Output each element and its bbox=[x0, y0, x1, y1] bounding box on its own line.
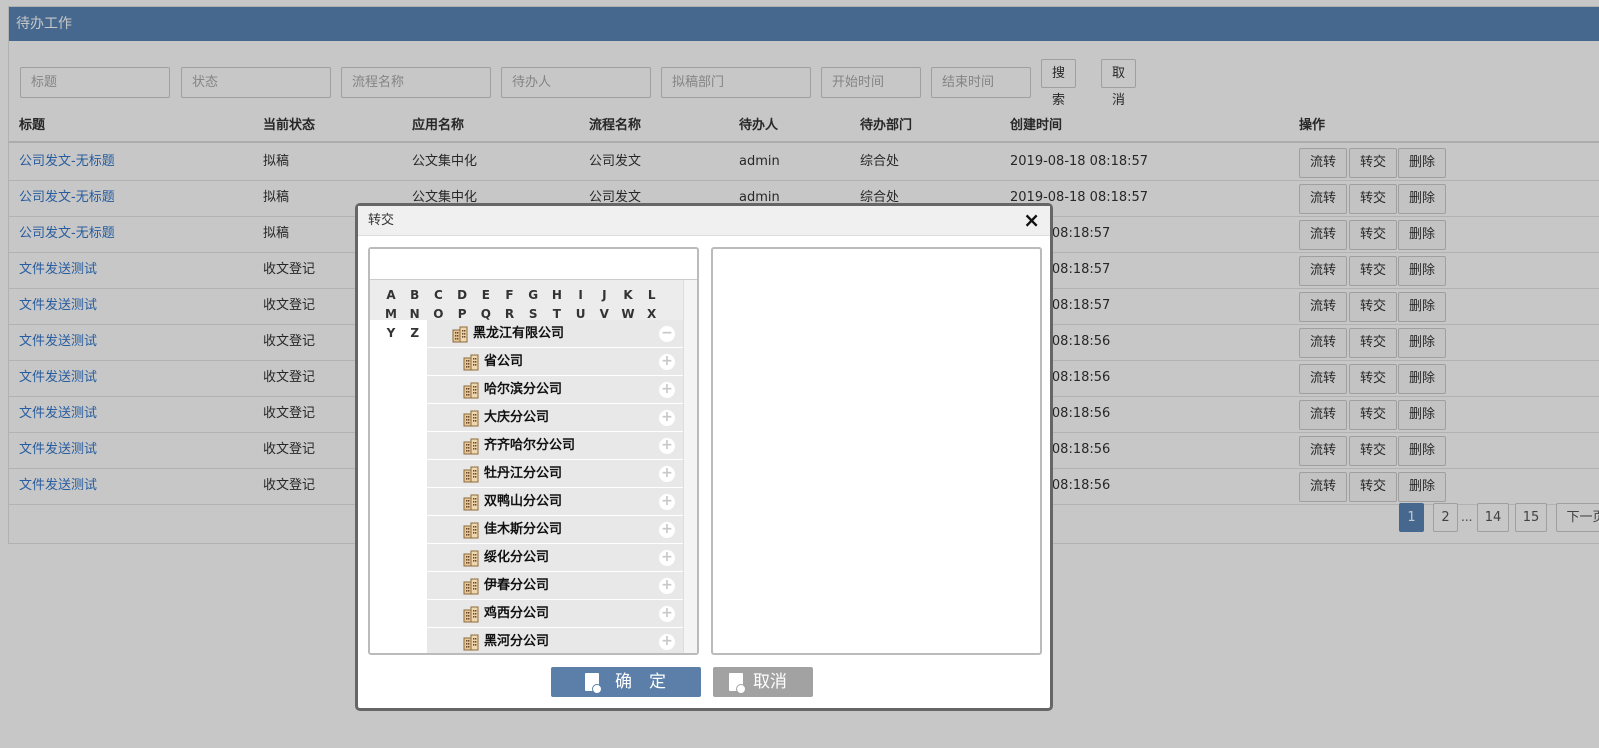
alphabet-letter[interactable]: Y bbox=[384, 326, 398, 340]
org-tree-label: 鸡西分公司 bbox=[484, 606, 550, 621]
alphabet-letter[interactable]: Z bbox=[408, 326, 422, 340]
org-tree-label: 省公司 bbox=[484, 354, 524, 369]
building-icon bbox=[462, 409, 480, 427]
org-tree-node[interactable]: 双鸭山分公司 + bbox=[427, 488, 683, 516]
close-icon[interactable]: × bbox=[1023, 209, 1040, 231]
org-tree-label: 佳木斯分公司 bbox=[484, 522, 563, 537]
plus-circle-icon[interactable]: + bbox=[659, 606, 675, 622]
building-icon bbox=[462, 605, 480, 623]
org-tree-label: 绥化分公司 bbox=[484, 550, 550, 565]
alphabet-letter[interactable]: N bbox=[408, 307, 422, 321]
plus-circle-icon[interactable]: + bbox=[659, 634, 675, 650]
building-icon bbox=[462, 549, 480, 567]
alphabet-letter[interactable]: A bbox=[384, 288, 398, 302]
building-icon bbox=[462, 633, 480, 651]
org-tree-label: 黑河分公司 bbox=[484, 634, 550, 649]
org-tree-node[interactable]: 佳木斯分公司 + bbox=[427, 516, 683, 544]
building-icon bbox=[462, 465, 480, 483]
doc-check-icon bbox=[585, 673, 602, 694]
plus-circle-icon[interactable]: + bbox=[659, 522, 675, 538]
selected-list-pane bbox=[711, 247, 1042, 655]
org-tree-label: 哈尔滨分公司 bbox=[484, 382, 563, 397]
alphabet-letter[interactable]: B bbox=[408, 288, 422, 302]
org-tree-node[interactable]: 鸡西分公司 + bbox=[427, 600, 683, 628]
plus-circle-icon[interactable]: + bbox=[659, 578, 675, 594]
building-icon bbox=[462, 577, 480, 595]
org-tree-node[interactable]: 牡丹江分公司 + bbox=[427, 460, 683, 488]
plus-circle-icon[interactable]: + bbox=[659, 354, 675, 370]
org-tree-node[interactable]: 省公司 + bbox=[427, 348, 683, 376]
doc-x-icon bbox=[729, 673, 746, 694]
dialog-title: 转交 bbox=[358, 206, 1050, 236]
org-tree-node[interactable]: 绥化分公司 + bbox=[427, 544, 683, 572]
org-tree-node[interactable]: 齐齐哈尔分公司 + bbox=[427, 432, 683, 460]
alphabet-letter[interactable]: Q bbox=[479, 307, 493, 321]
org-tree-label: 牡丹江分公司 bbox=[484, 466, 563, 481]
confirm-button[interactable]: 确 定 bbox=[551, 667, 701, 697]
org-tree-node[interactable]: 伊春分公司 + bbox=[427, 572, 683, 600]
org-tree-label: 大庆分公司 bbox=[484, 410, 550, 425]
alphabet-letter[interactable]: M bbox=[384, 307, 398, 321]
org-picker-pane: ABCDEFGHIJKL MNOPQRSTUVWX YZ 黑龙江有限公司 − 省公司 +… bbox=[368, 247, 699, 655]
org-tree-label: 双鸭山分公司 bbox=[484, 494, 563, 509]
alphabet-letter[interactable]: R bbox=[503, 307, 517, 321]
building-icon bbox=[462, 381, 480, 399]
plus-circle-icon[interactable]: + bbox=[659, 438, 675, 454]
building-icon bbox=[451, 325, 469, 343]
cancel-button[interactable]: 取消 bbox=[713, 667, 813, 697]
alphabet-letter[interactable]: C bbox=[431, 288, 445, 302]
org-tree-label: 黑龙江有限公司 bbox=[473, 326, 565, 341]
alphabet-letter[interactable]: I bbox=[574, 288, 588, 302]
plus-circle-icon[interactable]: + bbox=[659, 550, 675, 566]
plus-circle-icon[interactable]: + bbox=[659, 410, 675, 426]
transfer-dialog: 转交 × ABCDEFGHIJKL MNOPQRSTUVWX YZ 黑龙江有限公司… bbox=[355, 203, 1053, 711]
alphabet-letter[interactable]: K bbox=[621, 288, 635, 302]
minus-circle-icon[interactable]: − bbox=[659, 326, 675, 342]
org-tree-label: 伊春分公司 bbox=[484, 578, 550, 593]
plus-circle-icon[interactable]: + bbox=[659, 466, 675, 482]
alphabet-letter[interactable]: X bbox=[645, 307, 659, 321]
alphabet-letter[interactable]: F bbox=[503, 288, 517, 302]
cancel-label: 取消 bbox=[753, 672, 787, 692]
alphabet-letter[interactable]: E bbox=[479, 288, 493, 302]
building-icon bbox=[462, 353, 480, 371]
alphabet-letter[interactable]: D bbox=[455, 288, 469, 302]
confirm-label: 确 定 bbox=[615, 672, 666, 692]
plus-circle-icon[interactable]: + bbox=[659, 494, 675, 510]
alphabet-letter[interactable]: G bbox=[526, 288, 540, 302]
alphabet-index: ABCDEFGHIJKL MNOPQRSTUVWX bbox=[370, 280, 683, 321]
tree-scrollbar[interactable] bbox=[683, 280, 697, 653]
plus-circle-icon[interactable]: + bbox=[659, 382, 675, 398]
alphabet-letter[interactable]: J bbox=[597, 288, 611, 302]
alphabet-letter[interactable]: T bbox=[550, 307, 564, 321]
building-icon bbox=[462, 437, 480, 455]
org-search-input[interactable] bbox=[370, 249, 697, 280]
alphabet-letter[interactable]: P bbox=[455, 307, 469, 321]
org-tree: 黑龙江有限公司 − 省公司 + 哈尔滨分公司 + 大庆分公司 + 齐齐哈尔分公司 + 牡丹江分公司 +… bbox=[427, 320, 683, 653]
alphabet-letter[interactable]: U bbox=[574, 307, 588, 321]
org-tree-node[interactable]: 黑龙江有限公司 − bbox=[427, 320, 683, 348]
alphabet-letter[interactable]: W bbox=[621, 307, 635, 321]
building-icon bbox=[462, 493, 480, 511]
org-tree-node[interactable]: 大庆分公司 + bbox=[427, 404, 683, 432]
alphabet-letter[interactable]: V bbox=[597, 307, 611, 321]
alphabet-letter[interactable]: L bbox=[645, 288, 659, 302]
alphabet-index-extra: YZ bbox=[370, 320, 427, 653]
alphabet-letter[interactable]: S bbox=[526, 307, 540, 321]
org-tree-label: 齐齐哈尔分公司 bbox=[484, 438, 576, 453]
alphabet-letter[interactable]: O bbox=[431, 307, 445, 321]
org-tree-node[interactable]: 哈尔滨分公司 + bbox=[427, 376, 683, 404]
building-icon bbox=[462, 521, 480, 539]
alphabet-letter[interactable]: H bbox=[550, 288, 564, 302]
org-tree-node[interactable]: 黑河分公司 + bbox=[427, 628, 683, 653]
